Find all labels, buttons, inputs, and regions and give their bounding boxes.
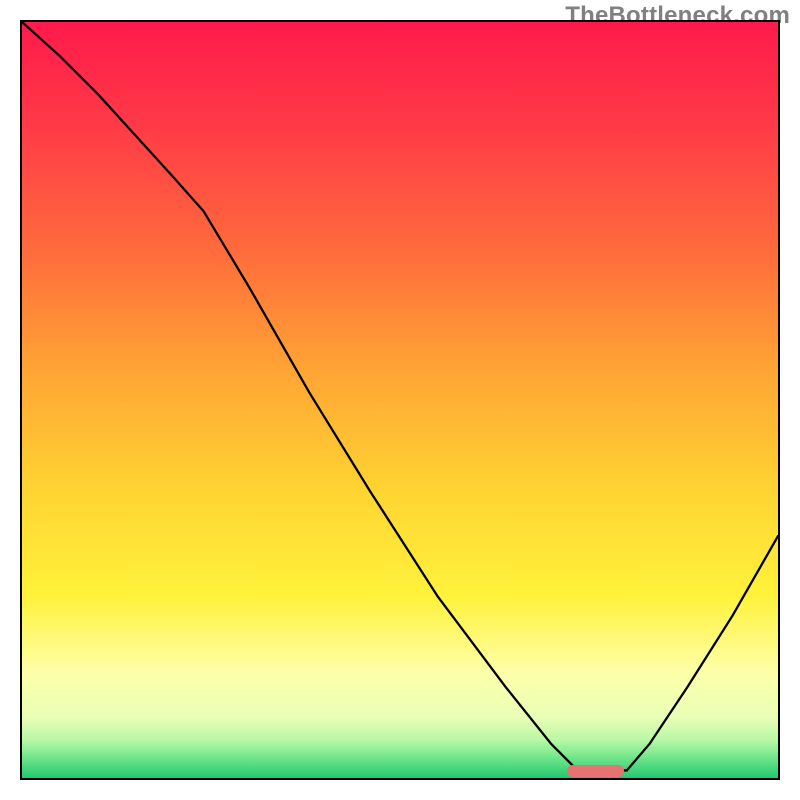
optimum-marker bbox=[567, 765, 624, 777]
chart-frame bbox=[20, 20, 780, 780]
curve-layer bbox=[22, 22, 778, 778]
bottleneck-curve bbox=[22, 22, 778, 770]
chart-canvas: TheBottleneck.com bbox=[0, 0, 800, 800]
